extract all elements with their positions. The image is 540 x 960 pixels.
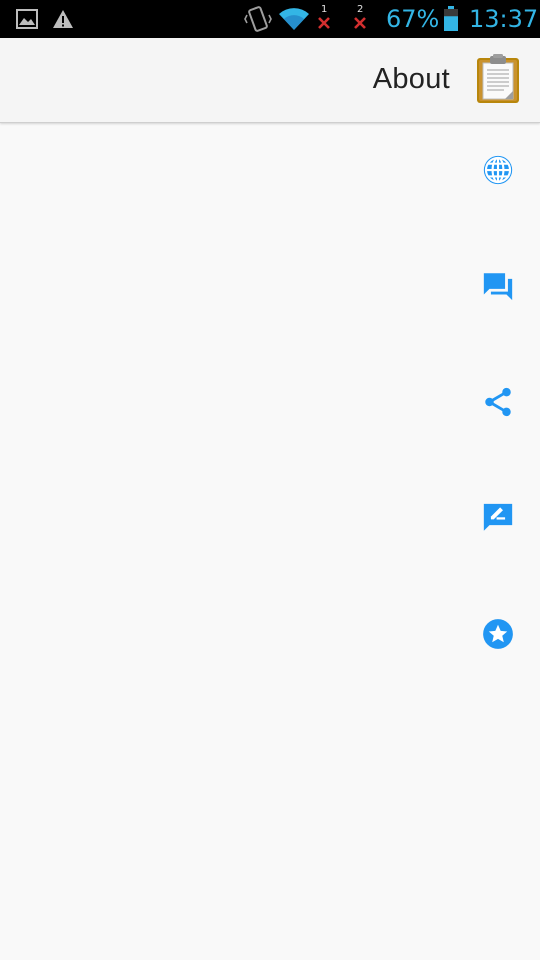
star-icon xyxy=(483,619,513,649)
no-signal-sim1-icon xyxy=(316,8,332,38)
status-bar: 1 2 67% 13:37 xyxy=(0,0,540,38)
share-button[interactable] xyxy=(474,378,522,426)
no-signal-sim2-icon xyxy=(352,8,368,38)
warning-icon xyxy=(52,0,74,38)
image-icon xyxy=(16,0,38,38)
globe-icon xyxy=(483,155,513,185)
battery-icon xyxy=(443,0,459,38)
clipboard-icon[interactable] xyxy=(476,54,520,104)
chat-icon xyxy=(483,273,513,301)
action-bar: About xyxy=(0,38,540,123)
clock: 13:37 xyxy=(469,5,539,33)
page-title: About xyxy=(372,63,450,95)
rate-button[interactable] xyxy=(474,610,522,658)
feedback-button[interactable] xyxy=(474,494,522,542)
battery-percent: 67% xyxy=(386,5,440,33)
wifi-icon xyxy=(278,0,310,38)
chat-button[interactable] xyxy=(474,262,522,310)
share-icon xyxy=(485,387,511,417)
vibrate-icon xyxy=(244,0,272,38)
feedback-icon xyxy=(483,503,513,531)
website-button[interactable] xyxy=(474,146,522,194)
